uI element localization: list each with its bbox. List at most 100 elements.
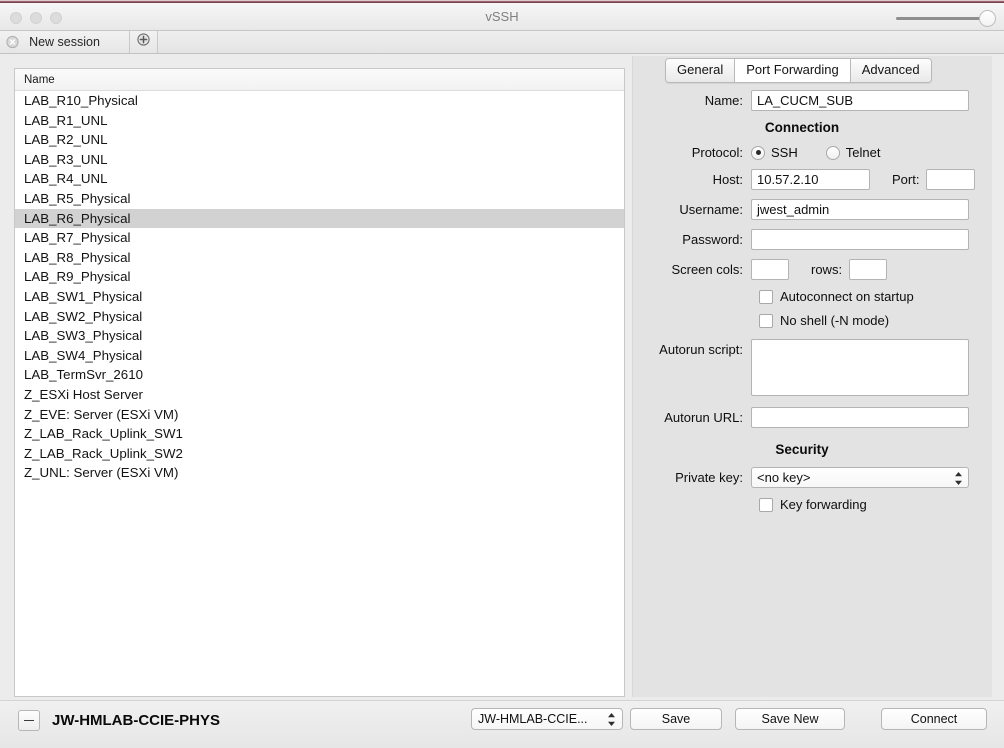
list-item[interactable]: LAB_TermSvr_2610 <box>15 365 624 385</box>
session-list[interactable]: LAB_R10_Physical LAB_R1_UNL LAB_R2_UNL LAB_… <box>15 91 624 483</box>
protocol-row: Protocol: SSH Telnet <box>633 145 993 160</box>
tab-bar-filler <box>158 31 1004 53</box>
autorun-url-input[interactable] <box>751 407 969 428</box>
session-detail-panel: General Port Forwarding Advanced Name: LA_… <box>632 56 992 697</box>
noshell-label: No shell (-N mode) <box>780 313 890 328</box>
autorun-url-label: Autorun URL: <box>664 410 743 425</box>
detail-form: Name: LA_CUCM_SUB Connection Protocol: S… <box>633 90 993 521</box>
vssh-window: vSSH New session Name LAB_R10_Physical L… <box>0 0 1004 748</box>
group-select[interactable]: JW-HMLAB-CCIE... <box>471 708 623 730</box>
private-key-row: Private key: <no key> <box>633 467 993 488</box>
chevron-updown-icon <box>954 470 963 487</box>
username-label: Username: <box>679 202 743 217</box>
host-input[interactable]: 10.57.2.10 <box>751 169 870 190</box>
private-key-value: <no key> <box>757 470 811 485</box>
session-tab-label: New session <box>29 35 100 49</box>
screen-cols-label: Screen cols: <box>671 262 743 277</box>
security-section-heading: Security <box>775 442 829 457</box>
list-item[interactable]: LAB_R2_UNL <box>15 130 624 150</box>
rows-input[interactable] <box>849 259 888 280</box>
private-key-select[interactable]: <no key> <box>751 467 969 488</box>
rows-label: rows: <box>811 262 843 277</box>
autorun-script-label: Autorun script: <box>659 342 743 357</box>
list-item[interactable]: Z_LAB_Rack_Uplink_SW1 <box>15 424 624 444</box>
protocol-option-ssh[interactable]: SSH <box>751 145 798 160</box>
autoconnect-row[interactable]: Autoconnect on startup <box>633 289 993 304</box>
private-key-label: Private key: <box>675 470 743 485</box>
key-forwarding-row[interactable]: Key forwarding <box>633 497 993 512</box>
circle-x-icon[interactable] <box>6 35 19 49</box>
window-title: vSSH <box>485 9 519 24</box>
screen-size-row: Screen cols: rows: <box>633 259 993 280</box>
list-item[interactable]: LAB_SW2_Physical <box>15 307 624 327</box>
list-item[interactable]: LAB_R7_Physical <box>15 228 624 248</box>
minus-icon <box>24 719 34 722</box>
host-label: Host: <box>712 172 743 187</box>
list-item[interactable]: Z_UNL: Server (ESXi VM) <box>15 463 624 483</box>
tab-port-forwarding[interactable]: Port Forwarding <box>735 59 851 82</box>
autorun-url-row: Autorun URL: <box>633 407 993 428</box>
list-item[interactable]: LAB_R5_Physical <box>15 189 624 209</box>
list-item[interactable]: LAB_R4_UNL <box>15 169 624 189</box>
list-item[interactable]: Z_EVE: Server (ESXi VM) <box>15 405 624 425</box>
noshell-row[interactable]: No shell (-N mode) <box>633 313 993 328</box>
port-label: Port: <box>892 172 920 187</box>
slider-track <box>896 17 984 20</box>
username-input[interactable]: jwest_admin <box>751 199 969 220</box>
slider-knob[interactable] <box>979 10 996 27</box>
list-item[interactable]: LAB_R10_Physical <box>15 91 624 111</box>
port-input[interactable] <box>926 169 976 190</box>
session-tab-bar: New session <box>0 31 1004 54</box>
autoconnect-label: Autoconnect on startup <box>780 289 914 304</box>
protocol-option-telnet[interactable]: Telnet <box>825 145 881 160</box>
tab-general[interactable]: General <box>666 59 736 82</box>
list-item[interactable]: Z_ESXi Host Server <box>15 385 624 405</box>
screen-cols-input[interactable] <box>751 259 789 280</box>
save-new-button[interactable]: Save New <box>735 708 845 730</box>
title-bar: vSSH <box>0 3 1004 31</box>
host-row: Host: 10.57.2.10 Port: <box>633 169 993 190</box>
autoconnect-checkbox[interactable] <box>759 289 773 304</box>
bottom-bar: JW-HMLAB-CCIE-PHYS JW-HMLAB-CCIE... Save… <box>0 700 1004 748</box>
remove-group-button[interactable] <box>18 710 40 731</box>
tab-advanced[interactable]: Advanced <box>850 59 931 82</box>
chevron-updown-icon <box>607 711 616 728</box>
password-label: Password: <box>682 232 743 247</box>
key-forwarding-label: Key forwarding <box>780 497 867 512</box>
circle-plus-icon <box>137 33 150 51</box>
key-forwarding-checkbox[interactable] <box>759 497 773 512</box>
connect-button[interactable]: Connect <box>881 708 987 730</box>
protocol-telnet-label: Telnet <box>845 145 881 160</box>
list-item[interactable]: LAB_R6_Physical <box>15 208 624 229</box>
list-item[interactable]: LAB_SW3_Physical <box>15 326 624 346</box>
list-item[interactable]: LAB_R9_Physical <box>15 267 624 287</box>
list-item[interactable]: LAB_R3_UNL <box>15 150 624 170</box>
name-row: Name: LA_CUCM_SUB <box>633 90 993 111</box>
name-label: Name: <box>704 93 743 108</box>
list-item[interactable]: LAB_R8_Physical <box>15 248 624 268</box>
protocol-ssh-label: SSH <box>771 145 798 160</box>
detail-tab-group: General Port Forwarding Advanced <box>665 58 932 83</box>
add-session-button[interactable] <box>130 31 158 53</box>
session-tab-new-session[interactable]: New session <box>0 31 130 53</box>
group-select-value: JW-HMLAB-CCIE... <box>478 712 588 726</box>
username-row: Username: jwest_admin <box>633 199 993 220</box>
radio-telnet-icon[interactable] <box>825 145 840 160</box>
title-slider[interactable] <box>896 10 996 27</box>
list-item[interactable]: Z_LAB_Rack_Uplink_SW2 <box>15 444 624 464</box>
noshell-checkbox[interactable] <box>759 313 773 328</box>
list-item[interactable]: LAB_R1_UNL <box>15 111 624 131</box>
autorun-script-textarea[interactable] <box>751 339 969 396</box>
save-button[interactable]: Save <box>630 708 722 730</box>
connection-section-heading: Connection <box>764 120 840 135</box>
password-row: Password: <box>633 229 993 250</box>
protocol-label: Protocol: <box>691 145 743 160</box>
password-input[interactable] <box>751 229 969 250</box>
name-input[interactable]: LA_CUCM_SUB <box>751 90 969 111</box>
radio-ssh-icon[interactable] <box>751 145 765 160</box>
list-item[interactable]: LAB_SW1_Physical <box>15 287 624 307</box>
list-item[interactable]: LAB_SW4_Physical <box>15 346 624 366</box>
list-column-header-name[interactable]: Name <box>15 69 624 91</box>
group-name-label: JW-HMLAB-CCIE-PHYS <box>52 712 221 729</box>
protocol-radio-group: SSH Telnet <box>751 145 908 160</box>
